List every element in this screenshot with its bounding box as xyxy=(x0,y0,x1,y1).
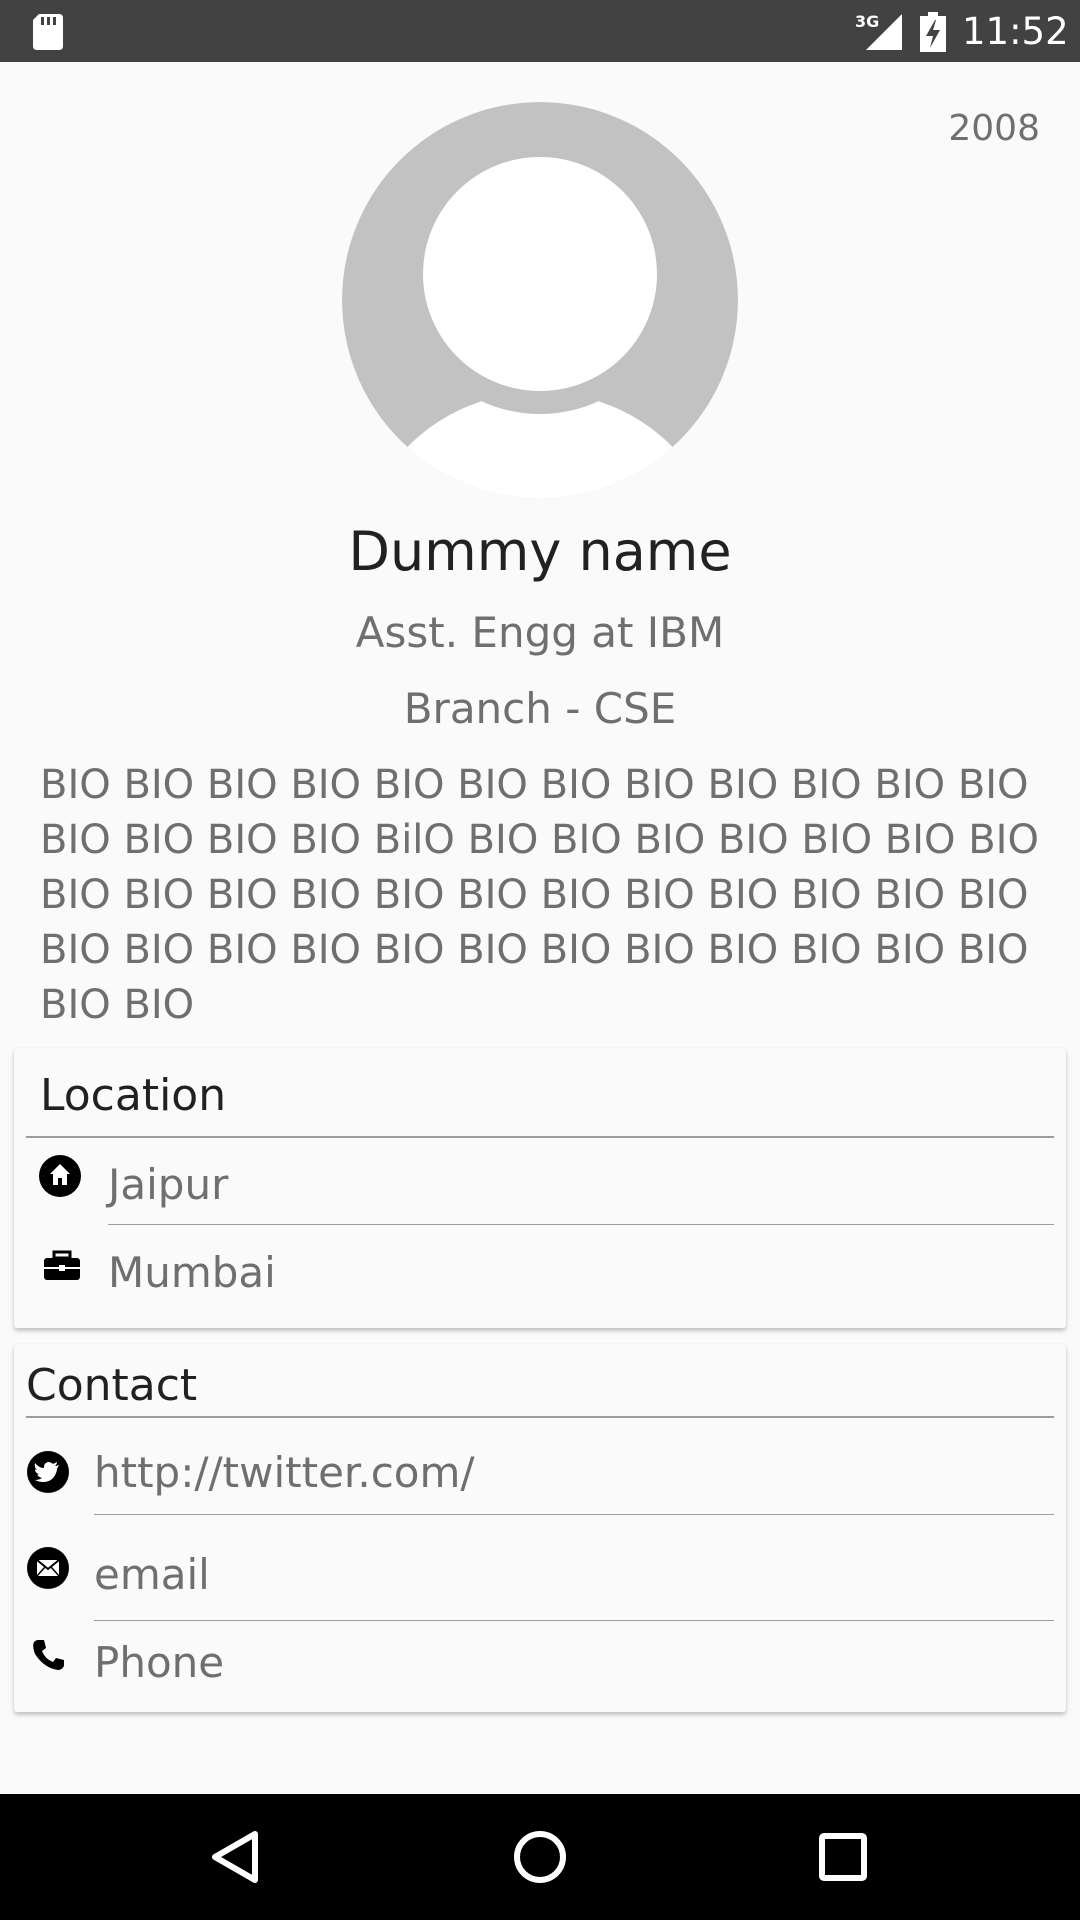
home-circle-icon[interactable] xyxy=(505,1822,575,1892)
briefcase-icon xyxy=(44,1250,80,1280)
avatar[interactable] xyxy=(342,102,738,498)
twitter-divider xyxy=(94,1514,1054,1515)
home-location[interactable]: Jaipur xyxy=(108,1160,228,1209)
graduation-year: 2008 xyxy=(948,108,1040,149)
profile-job: Asst. Engg at IBM xyxy=(355,608,725,657)
sd-card-icon xyxy=(33,14,63,50)
twitter-field[interactable]: http://twitter.com/ xyxy=(94,1448,475,1497)
home-icon xyxy=(39,1155,81,1197)
status-bar: 3G 11:52 xyxy=(0,0,1080,62)
email-field[interactable]: email xyxy=(94,1550,210,1599)
profile-bio: BIO BIO BIO BIO BIO BIO BIO BIO BIO BIO … xyxy=(40,762,1039,1028)
location-title: Location xyxy=(40,1070,227,1121)
profile-name: Dummy name xyxy=(348,520,732,583)
twitter-icon xyxy=(27,1451,69,1493)
email-icon xyxy=(27,1547,69,1589)
contact-divider xyxy=(26,1416,1054,1418)
email-divider xyxy=(94,1620,1054,1621)
status-time: 11:52 xyxy=(962,10,1069,53)
signal-icon xyxy=(866,14,902,50)
location-card: Location Jaipur Mumbai xyxy=(14,1048,1066,1328)
contact-title: Contact xyxy=(26,1360,198,1411)
recents-icon[interactable] xyxy=(808,1822,878,1892)
navigation-bar xyxy=(0,1794,1080,1920)
profile-branch: Branch - CSE xyxy=(403,684,677,733)
battery-charging-icon xyxy=(920,12,946,52)
contact-card: Contact http://twitter.com/ email Phone xyxy=(14,1344,1066,1712)
phone-field[interactable]: Phone xyxy=(94,1638,224,1687)
location-divider xyxy=(26,1136,1054,1138)
back-icon[interactable] xyxy=(200,1822,270,1892)
home-divider xyxy=(108,1224,1054,1225)
phone-icon xyxy=(33,1640,64,1670)
work-location[interactable]: Mumbai xyxy=(108,1248,276,1297)
